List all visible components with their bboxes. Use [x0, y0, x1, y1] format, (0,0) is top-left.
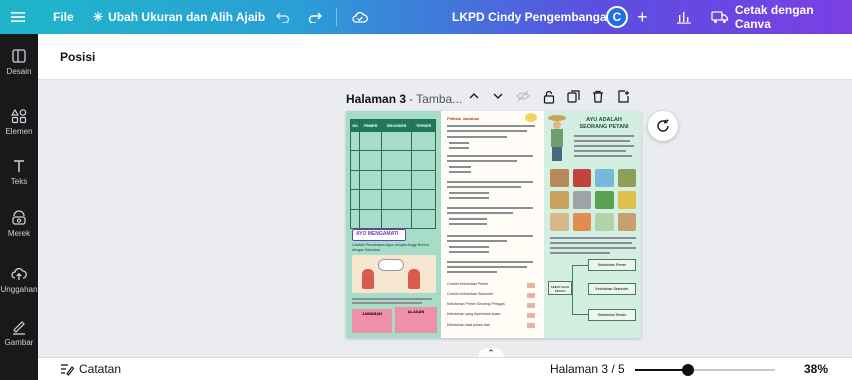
middle-heading: Pilihlah Jawaban — [447, 116, 480, 121]
sidebar-item-text[interactable]: Teks — [0, 158, 38, 186]
zoom-slider-fill — [635, 369, 688, 371]
chevron-up-icon[interactable] — [468, 90, 480, 105]
chevron-down-icon[interactable] — [492, 90, 504, 105]
avatar-letter: C — [606, 6, 628, 28]
sidebar-item-label: Elemen — [5, 127, 33, 136]
top-toolbar: File ✳ Ubah Ukuran dan Alih Ajaib LKPD C… — [0, 0, 852, 34]
sidebar-item-label: Gambar — [4, 338, 34, 347]
sidebar-item-label: Unggahan — [0, 285, 38, 294]
editor-canvas[interactable]: Halaman 3 - Tamba... NO PRIMER SEKUNDER … — [38, 80, 852, 360]
middle-item-4: Kebutuhan yang diperlukan suatu — [447, 312, 501, 316]
add-page-icon[interactable] — [617, 90, 630, 106]
design-page[interactable]: NO PRIMER SEKUNDER TERSIER AYO MENGAMATI… — [346, 111, 641, 338]
highlight-blob — [525, 113, 537, 122]
box-sekunder: Kebutuhan Sekunder — [588, 283, 636, 295]
duplicate-icon[interactable] — [567, 90, 580, 106]
document-title[interactable]: LKPD Cindy Pengembangan — [452, 0, 614, 34]
sidebar-item-label: Desain — [6, 67, 32, 76]
refresh-icon — [657, 119, 669, 132]
middle-item-5: Kebutuhan saat petani dari — [447, 323, 490, 327]
sidebar-item-design[interactable]: Desain — [0, 48, 38, 76]
instruction-text: Lihatlah Percakapan Agus dengan Anggi Be… — [352, 243, 429, 252]
needs-table: NO PRIMER SEKUNDER TERSIER — [349, 119, 436, 230]
sparkle-icon: ✳ — [93, 10, 104, 24]
right-title: AYU ADALAH SEORANG PETANI — [579, 117, 629, 130]
worksheet-column-left: NO PRIMER SEKUNDER TERSIER AYO MENGAMATI… — [346, 111, 441, 338]
table-header-tersier: TERSIER — [411, 119, 436, 132]
notes-button[interactable]: Catatan — [60, 362, 121, 376]
notes-icon — [61, 364, 74, 376]
trash-icon[interactable] — [592, 90, 604, 106]
answer-box-left: JAWABAN — [352, 309, 392, 333]
print-label: Cetak dengan Canva — [734, 3, 814, 31]
toolbar-divider — [336, 8, 337, 26]
worksheet-column-middle: Pilihlah Jawaban Contoh Kebutuhan Primer… — [443, 111, 543, 338]
middle-item-3: Kebutuhan Primer Seorang Petugas — [447, 302, 505, 306]
character-left — [362, 269, 374, 289]
text-icon — [14, 160, 24, 172]
avatar[interactable]: C — [606, 0, 628, 34]
sidebar-item-elements[interactable]: Elemen — [0, 108, 38, 136]
zoom-level[interactable]: 38% — [804, 362, 828, 376]
layout-icon — [12, 49, 26, 63]
character-right — [408, 269, 420, 289]
sidebar-item-uploads[interactable]: Unggahan — [0, 266, 38, 294]
page-toolbar: Halaman 3 - Tamba... — [346, 88, 646, 110]
box-center: KEBUTUHAN PETANI — [548, 281, 572, 295]
box-tersier: Kebutuhan Tersier — [588, 309, 636, 321]
page-label: Halaman 3 — [346, 92, 407, 106]
insights-icon[interactable] — [676, 0, 692, 34]
table-header-primer: PRIMER — [359, 119, 382, 132]
shapes-icon — [11, 108, 27, 124]
sidebar-item-draw[interactable]: Gambar — [0, 319, 38, 347]
section-title-badge: AYO MENGAMATI — [352, 229, 406, 241]
tools-grid — [550, 169, 636, 231]
worksheet-column-right: AYU ADALAH SEORANG PETANI Kebutuhan Prim… — [544, 111, 641, 338]
regenerate-button[interactable] — [648, 111, 678, 141]
sidebar-item-label: Teks — [10, 177, 28, 186]
sidebar-item-brand[interactable]: Merek — [0, 210, 38, 238]
connector-lines — [572, 265, 588, 315]
add-collaborator-icon[interactable]: + — [637, 0, 648, 34]
position-title[interactable]: Posisi — [60, 50, 95, 64]
left-sidebar: Desain Elemen Teks Merek Unggahan Gambar — [0, 34, 38, 380]
hamburger-icon[interactable] — [10, 0, 26, 34]
page-indicator[interactable]: Halaman 3 / 5 — [550, 362, 625, 376]
sidebar-item-label: Merek — [7, 229, 31, 238]
zoom-slider[interactable] — [635, 364, 775, 376]
context-header: Posisi — [38, 34, 852, 80]
truck-icon — [711, 11, 729, 23]
lock-icon[interactable] — [543, 90, 555, 107]
file-menu[interactable]: File — [53, 0, 74, 34]
resize-label: Ubah Ukuran dan Alih Ajaib — [108, 10, 266, 24]
hide-page-icon[interactable] — [516, 90, 530, 105]
draw-icon — [13, 321, 25, 335]
farmer-illustration — [548, 115, 566, 163]
notes-label: Catatan — [79, 362, 122, 376]
print-button[interactable]: Cetak dengan Canva — [711, 0, 852, 34]
table-header-no: NO — [349, 119, 361, 132]
box-primer: Kebutuhan Primer — [588, 259, 636, 271]
resize-menu[interactable]: ✳ Ubah Ukuran dan Alih Ajaib — [93, 0, 265, 34]
upload-icon — [11, 267, 27, 280]
redo-icon[interactable] — [308, 0, 322, 34]
speech-bubble — [378, 259, 404, 271]
comic-illustration — [352, 255, 436, 293]
middle-item-1: Contoh Kebutuhan Primer — [447, 282, 489, 286]
cloud-saved-icon[interactable] — [352, 0, 368, 34]
bottom-bar: Catatan Halaman 3 / 5 38% — [38, 357, 852, 380]
undo-icon[interactable] — [276, 0, 290, 34]
zoom-slider-knob[interactable] — [682, 364, 694, 376]
table-header-sekunder: SEKUNDER — [380, 119, 413, 132]
item-icons — [527, 283, 535, 329]
page-title-input[interactable]: - Tamba... — [409, 92, 462, 106]
brand-icon — [12, 210, 26, 225]
answer-box-right: ALASAN — [395, 307, 437, 333]
middle-item-2: Contoh Kebutuhan Sekunder — [447, 292, 494, 296]
